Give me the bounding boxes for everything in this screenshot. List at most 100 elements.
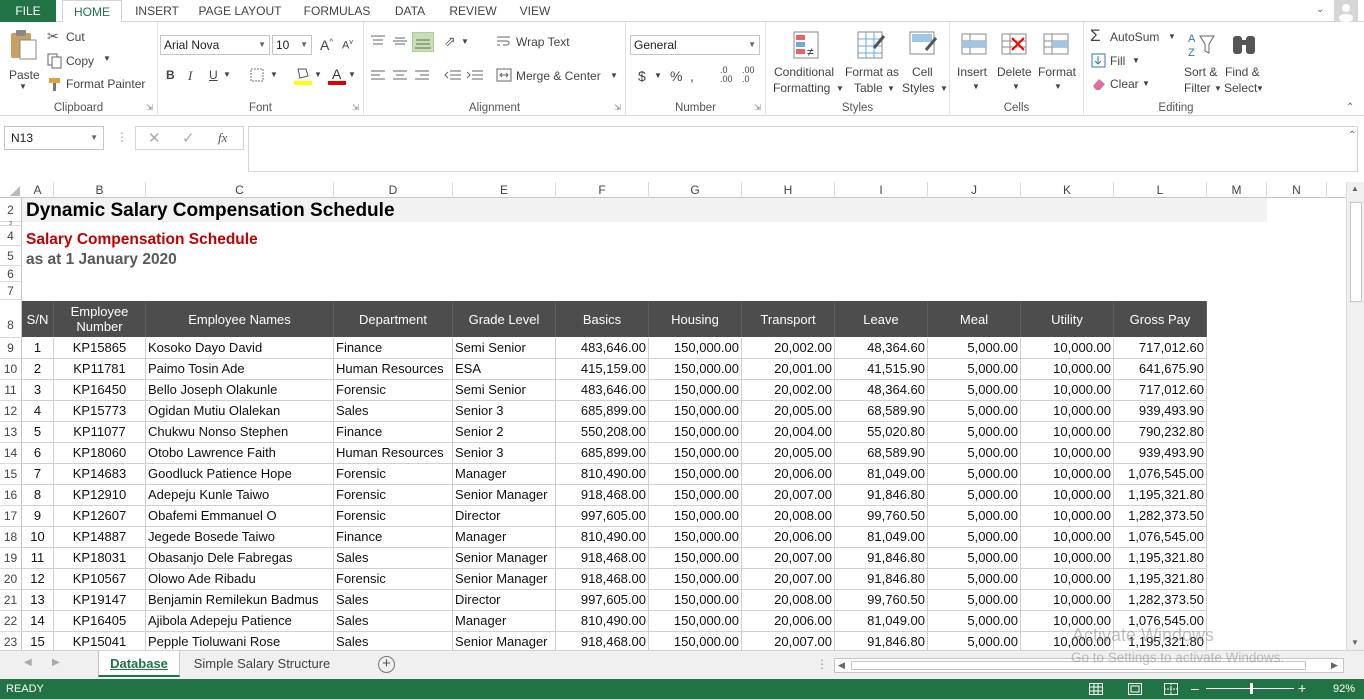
row-header[interactable]: 16 [0,485,22,506]
decrease-indent-icon[interactable] [444,69,462,83]
scroll-up-icon[interactable]: ▲ [1351,184,1359,193]
table-cell[interactable]: Benjamin Remilekun Badmus [146,590,334,611]
table-cell[interactable]: Senior Manager [453,548,556,569]
table-cell[interactable]: Semi Senior [453,338,556,359]
table-cell[interactable]: 150,000.00 [649,485,742,506]
table-cell[interactable]: 150,000.00 [649,611,742,632]
table-cell[interactable]: KP19147 [54,590,146,611]
row-header[interactable]: 22 [0,611,22,632]
increase-indent-icon[interactable] [466,69,484,83]
table-cell[interactable]: 483,646.00 [556,338,649,359]
dialog-launcher-icon[interactable]: ⇲ [754,103,761,112]
zoom-slider-thumb[interactable] [1250,683,1253,694]
table-cell[interactable]: 810,490.00 [556,527,649,548]
table-cell[interactable]: 5,000.00 [928,464,1021,485]
table-cell[interactable]: Bello Joseph Olakunle [146,380,334,401]
table-cell[interactable]: 5,000.00 [928,380,1021,401]
table-cell[interactable]: 918,468.00 [556,485,649,506]
table-cell[interactable]: 810,490.00 [556,464,649,485]
borders-icon[interactable] [250,68,266,82]
table-cell[interactable]: 10,000.00 [1021,359,1114,380]
table-cell[interactable]: Senior 3 [453,443,556,464]
name-box[interactable]: N13 ▼ [4,126,104,150]
insert-function-icon[interactable]: fx [218,130,227,146]
chevron-down-icon[interactable]: ▼ [348,70,356,79]
delete-cells-button[interactable]: Delete ▼ [994,28,1036,98]
merge-center-button[interactable]: Merge & Center ▼ [496,67,622,85]
cell-styles-button[interactable]: Cell Styles ▼ [900,28,948,98]
find-select-button[interactable]: Find & Select ▼ [1224,28,1268,98]
column-header[interactable]: D [334,182,453,198]
column-header[interactable]: K [1021,182,1114,198]
table-cell[interactable]: 20,007.00 [742,632,835,650]
table-cell[interactable]: KP15773 [54,401,146,422]
table-cell[interactable]: 5,000.00 [928,569,1021,590]
format-painter-button[interactable]: Format Painter [47,75,155,93]
tab-data[interactable]: DATA [388,0,432,22]
font-color-icon[interactable]: A [328,66,346,86]
vertical-scroll-thumb[interactable] [1350,202,1362,302]
table-cell[interactable]: 20,008.00 [742,590,835,611]
table-cell[interactable]: Otobo Lawrence Faith [146,443,334,464]
table-cell[interactable]: 5,000.00 [928,590,1021,611]
align-bottom-icon[interactable] [412,32,434,52]
table-cell[interactable]: Paimo Tosin Ade [146,359,334,380]
table-cell[interactable]: 9 [22,506,54,527]
column-header[interactable]: C [146,182,334,198]
table-cell[interactable]: KP18060 [54,443,146,464]
table-cell[interactable]: 717,012.60 [1114,380,1207,401]
table-cell[interactable]: 48,364.60 [835,380,928,401]
tab-scroll-right-icon[interactable]: ▶ [52,657,60,668]
table-cell[interactable]: 1,282,373.50 [1114,590,1207,611]
table-cell[interactable]: 20,005.00 [742,443,835,464]
column-header[interactable]: H [742,182,835,198]
table-cell[interactable]: 81,049.00 [835,527,928,548]
table-cell[interactable]: Senior Manager [453,632,556,650]
table-cell[interactable]: 150,000.00 [649,569,742,590]
conditional-formatting-button[interactable]: ≠ Conditional Formatting ▼ [770,28,844,98]
table-cell[interactable]: 5,000.00 [928,548,1021,569]
table-cell[interactable]: KP11077 [54,422,146,443]
row-header[interactable]: 10 [0,359,22,380]
table-cell[interactable]: 7 [22,464,54,485]
row-header[interactable]: 23 [0,632,22,650]
table-cell[interactable]: Pepple Tioluwani Rose [146,632,334,650]
formula-input[interactable] [248,126,1358,172]
table-cell[interactable]: Sales [334,632,453,650]
table-cell[interactable]: 150,000.00 [649,506,742,527]
table-cell[interactable]: Adepeju Kunle Taiwo [146,485,334,506]
italic-icon[interactable]: I [188,68,192,84]
table-cell[interactable]: Manager [453,611,556,632]
table-cell[interactable]: 99,760.50 [835,506,928,527]
chevron-down-icon[interactable]: ⌄ [1316,4,1324,15]
column-header[interactable]: E [453,182,556,198]
row-header[interactable]: 2 [0,198,22,222]
table-cell[interactable]: 4 [22,401,54,422]
table-cell[interactable]: KP12910 [54,485,146,506]
table-cell[interactable]: Finance [334,422,453,443]
tab-file[interactable]: FILE [0,0,56,22]
vertical-scrollbar[interactable]: ▲ ▼ [1346,182,1364,652]
table-cell[interactable]: 2 [22,359,54,380]
table-cell[interactable]: Finance [334,527,453,548]
format-cells-button[interactable]: Format ▼ [1036,28,1082,98]
row-header[interactable]: 4 [0,226,22,246]
chevron-down-icon[interactable]: ▼ [270,70,278,79]
table-cell[interactable]: 1,195,321.80 [1114,485,1207,506]
increase-font-icon[interactable]: A^ [320,37,333,53]
row-header[interactable]: 12 [0,401,22,422]
table-cell[interactable]: Semi Senior [453,380,556,401]
expand-formula-bar-icon[interactable]: ⌃ [1348,130,1356,141]
autosum-button[interactable]: Σ AutoSum ▼ [1090,26,1176,46]
column-header[interactable]: G [649,182,742,198]
table-cell[interactable]: 685,899.00 [556,443,649,464]
scroll-left-icon[interactable]: ◀ [838,660,845,671]
cut-button[interactable]: ✂ Cut [47,28,107,46]
table-cell[interactable]: Kosoko Dayo David [146,338,334,359]
row-header[interactable]: 9 [0,338,22,359]
cancel-icon[interactable]: ✕ [148,129,161,147]
table-cell[interactable]: 55,020.80 [835,422,928,443]
number-format-select[interactable]: General ▼ [630,35,760,55]
table-cell[interactable]: 918,468.00 [556,548,649,569]
table-cell[interactable]: 483,646.00 [556,380,649,401]
